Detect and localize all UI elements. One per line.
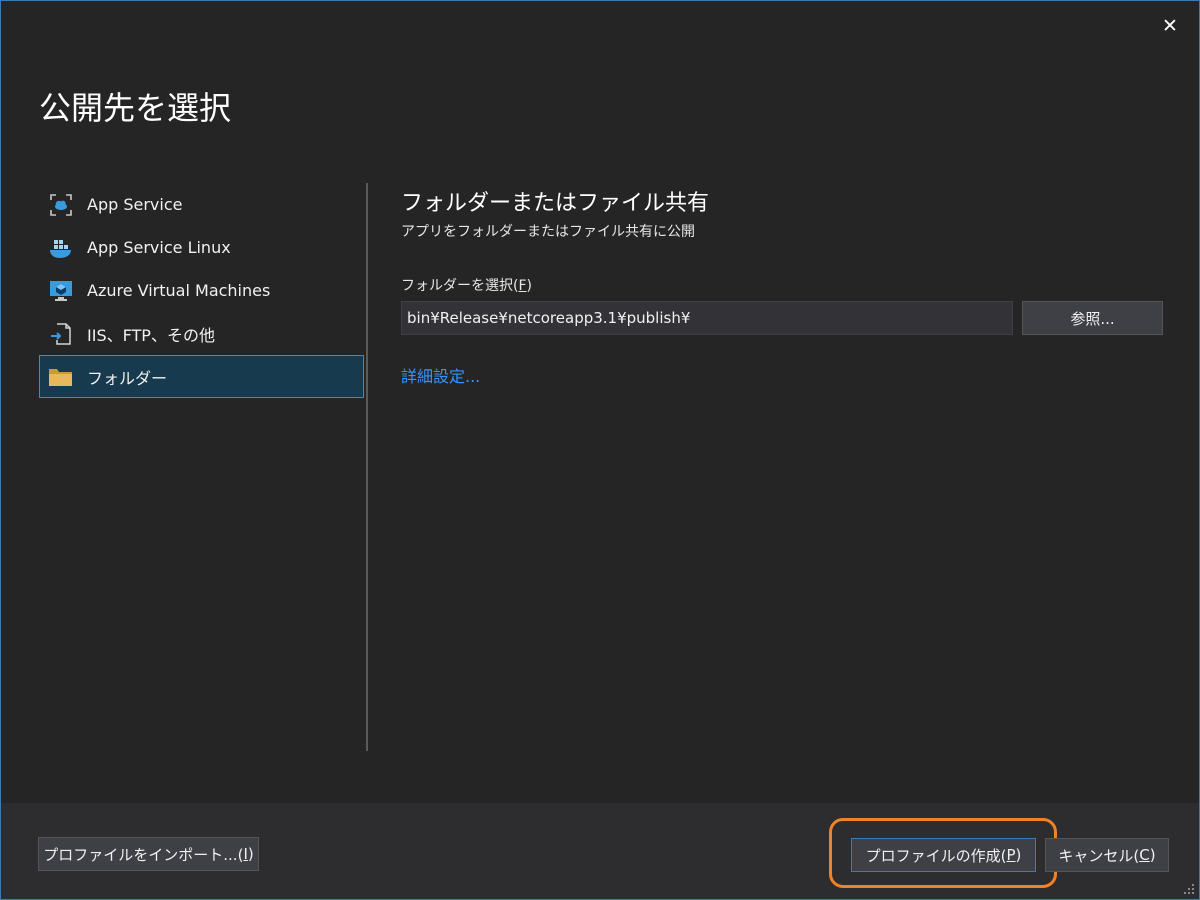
create-profile-button[interactable]: プロファイルの作成(P) [851,838,1036,872]
dialog-footer: プロファイルをインポート...(I) プロファイルの作成(P) キャンセル(C) [1,803,1199,899]
close-icon: ✕ [1162,15,1178,37]
import-profile-button[interactable]: プロファイルをインポート...(I) [38,837,259,871]
folder-field-label: フォルダーを選択(F) [401,278,532,294]
folder-path-input[interactable] [401,301,1013,335]
app-service-linux-icon [48,235,74,261]
sidebar-item-app-service-linux[interactable]: App Service Linux [39,226,364,269]
target-list: App Service App Service Linux Azure Virt… [39,183,364,398]
sidebar-item-label: App Service [87,195,183,214]
sidebar-item-label: フォルダー [87,368,168,388]
sidebar-item-app-service[interactable]: App Service [39,183,364,226]
page-title: 公開先を選択 [39,89,232,127]
sidebar-item-azure-virtual-machines[interactable]: Azure Virtual Machines [39,269,364,312]
browse-button[interactable]: 参照... [1022,301,1163,335]
access-key: F [518,278,527,294]
section-title: フォルダーまたはファイル共有 [401,191,710,216]
virtual-machine-icon [48,278,74,304]
sidebar-item-label: IIS、FTP、その他 [87,325,215,345]
sidebar-item-label: Azure Virtual Machines [87,281,271,300]
folder-icon [48,364,74,390]
folder-target-panel: フォルダーまたはファイル共有 アプリをフォルダーまたはファイル共有に公開 フォル… [401,185,1163,387]
access-key: P [1006,846,1016,864]
access-key: C [1139,846,1150,864]
sidebar-item-label: App Service Linux [87,238,231,257]
vertical-divider [366,183,368,751]
sidebar-item-iis-ftp-other[interactable]: IIS、FTP、その他 [39,312,364,355]
app-service-icon [48,192,74,218]
advanced-settings-link[interactable]: 詳細設定... [401,363,480,387]
section-subtitle: アプリをフォルダーまたはファイル共有に公開 [401,224,695,240]
resize-grip-icon[interactable] [1181,881,1195,895]
cancel-button[interactable]: キャンセル(C) [1045,838,1169,872]
publish-dialog: ✕ 公開先を選択 App Service App Service Linux A… [0,0,1200,900]
folder-field-row: 参照... [401,301,1163,335]
close-button[interactable]: ✕ [1159,15,1181,37]
iis-ftp-icon [48,321,74,347]
sidebar-item-folder[interactable]: フォルダー [39,355,364,398]
